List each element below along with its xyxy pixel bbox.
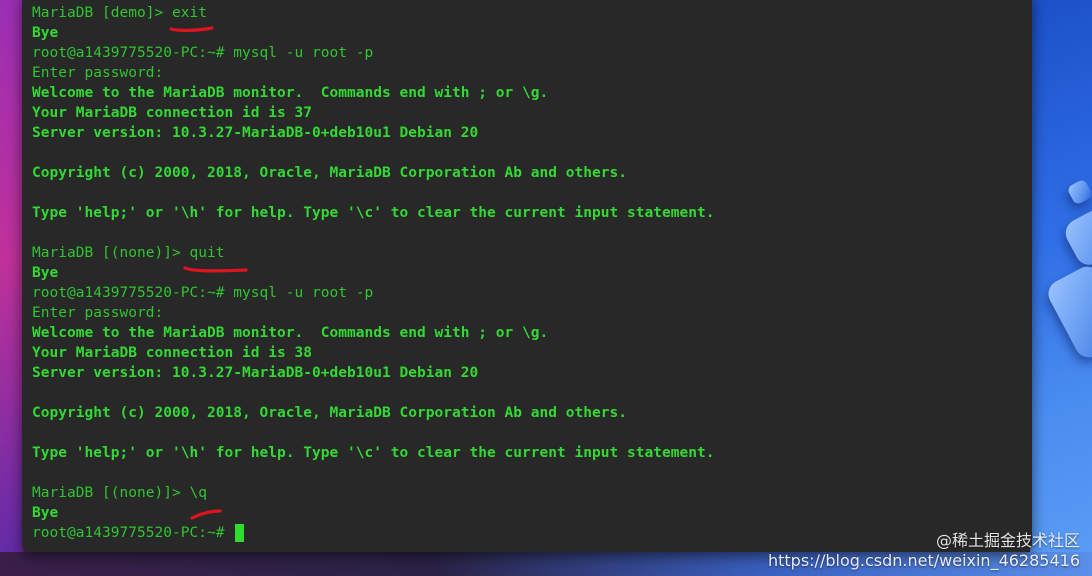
terminal-output-line: Bye bbox=[32, 25, 59, 41]
terminal-output-line bbox=[32, 223, 714, 243]
terminal-output-line: Copyright (c) 2000, 2018, Oracle, MariaD… bbox=[32, 165, 627, 181]
terminal-output-line: Type 'help;' or '\h' for help. Type '\c'… bbox=[32, 205, 715, 221]
terminal-output-line bbox=[32, 143, 714, 163]
wallpaper-decoration bbox=[1066, 178, 1092, 206]
terminal-prompt-line: MariaDB [demo]> exit bbox=[32, 3, 714, 23]
terminal-prompt-line: root@a1439775520-PC:~# bbox=[32, 523, 714, 543]
watermark-site-name: @稀土掘金技术社区 bbox=[935, 531, 1080, 550]
terminal-output-line: Database changed bbox=[32, 0, 714, 3]
desktop-wallpaper-right bbox=[1030, 0, 1092, 576]
prompt-text: root@a1439775520-PC:~# bbox=[32, 45, 234, 61]
terminal-output-line: Welcome to the MariaDB monitor. Commands… bbox=[32, 85, 549, 101]
command-text: mysql -u root -p bbox=[233, 285, 374, 301]
watermark-url: https://blog.csdn.net/weixin_46285416 bbox=[767, 551, 1080, 570]
prompt-text: root@a1439775520-PC:~# bbox=[32, 525, 234, 541]
desktop-wallpaper-left bbox=[0, 0, 22, 576]
watermark: @稀土掘金技术社区 https://blog.csdn.net/weixin_4… bbox=[768, 532, 1080, 570]
terminal-output-line: Bye bbox=[32, 505, 59, 521]
command-text: mysql -u root -p bbox=[233, 45, 374, 61]
terminal-output-line: Server version: 10.3.27-MariaDB-0+deb10u… bbox=[32, 125, 479, 141]
terminal-output-line: Enter password: bbox=[32, 65, 164, 81]
terminal-output-line: Your MariaDB connection id is 38 bbox=[32, 345, 312, 361]
terminal-output-line: Welcome to the MariaDB monitor. Commands… bbox=[32, 325, 549, 341]
terminal-output-line: Type 'help;' or '\h' for help. Type '\c'… bbox=[32, 445, 715, 461]
prompt-text: MariaDB [demo]> bbox=[32, 5, 172, 21]
terminal-output-line: Enter password: bbox=[32, 305, 164, 321]
terminal-cursor[interactable] bbox=[235, 524, 245, 542]
terminal-output-line: Copyright (c) 2000, 2018, Oracle, MariaD… bbox=[32, 405, 627, 421]
terminal-output-line: Your MariaDB connection id is 37 bbox=[32, 105, 312, 121]
command-text: quit bbox=[189, 245, 225, 261]
terminal-prompt-line: MariaDB [(none)]> \q bbox=[32, 483, 714, 503]
wallpaper-decoration bbox=[1060, 194, 1092, 270]
terminal-output-line bbox=[32, 183, 714, 203]
terminal-prompt-line: root@a1439775520-PC:~# mysql -u root -p bbox=[32, 283, 714, 303]
terminal-output[interactable]: Database changedMariaDB [demo]> exitByer… bbox=[32, 0, 714, 543]
prompt-text: MariaDB [(none)]> bbox=[32, 245, 190, 261]
terminal-output-line bbox=[32, 383, 714, 403]
terminal-output-line: Bye bbox=[32, 265, 59, 281]
prompt-text: root@a1439775520-PC:~# bbox=[32, 285, 234, 301]
terminal-output-line: Server version: 10.3.27-MariaDB-0+deb10u… bbox=[32, 365, 479, 381]
terminal-output-line bbox=[32, 463, 714, 483]
command-text: exit bbox=[172, 5, 207, 21]
wallpaper-decoration bbox=[1043, 261, 1092, 363]
terminal-window[interactable]: Database changedMariaDB [demo]> exitByer… bbox=[22, 0, 1032, 552]
terminal-prompt-line: MariaDB [(none)]> quit bbox=[32, 243, 714, 263]
prompt-text: MariaDB [(none)]> bbox=[32, 485, 190, 501]
command-text: \q bbox=[189, 485, 207, 501]
terminal-output-line bbox=[32, 423, 714, 443]
terminal-prompt-line: root@a1439775520-PC:~# mysql -u root -p bbox=[32, 43, 714, 63]
